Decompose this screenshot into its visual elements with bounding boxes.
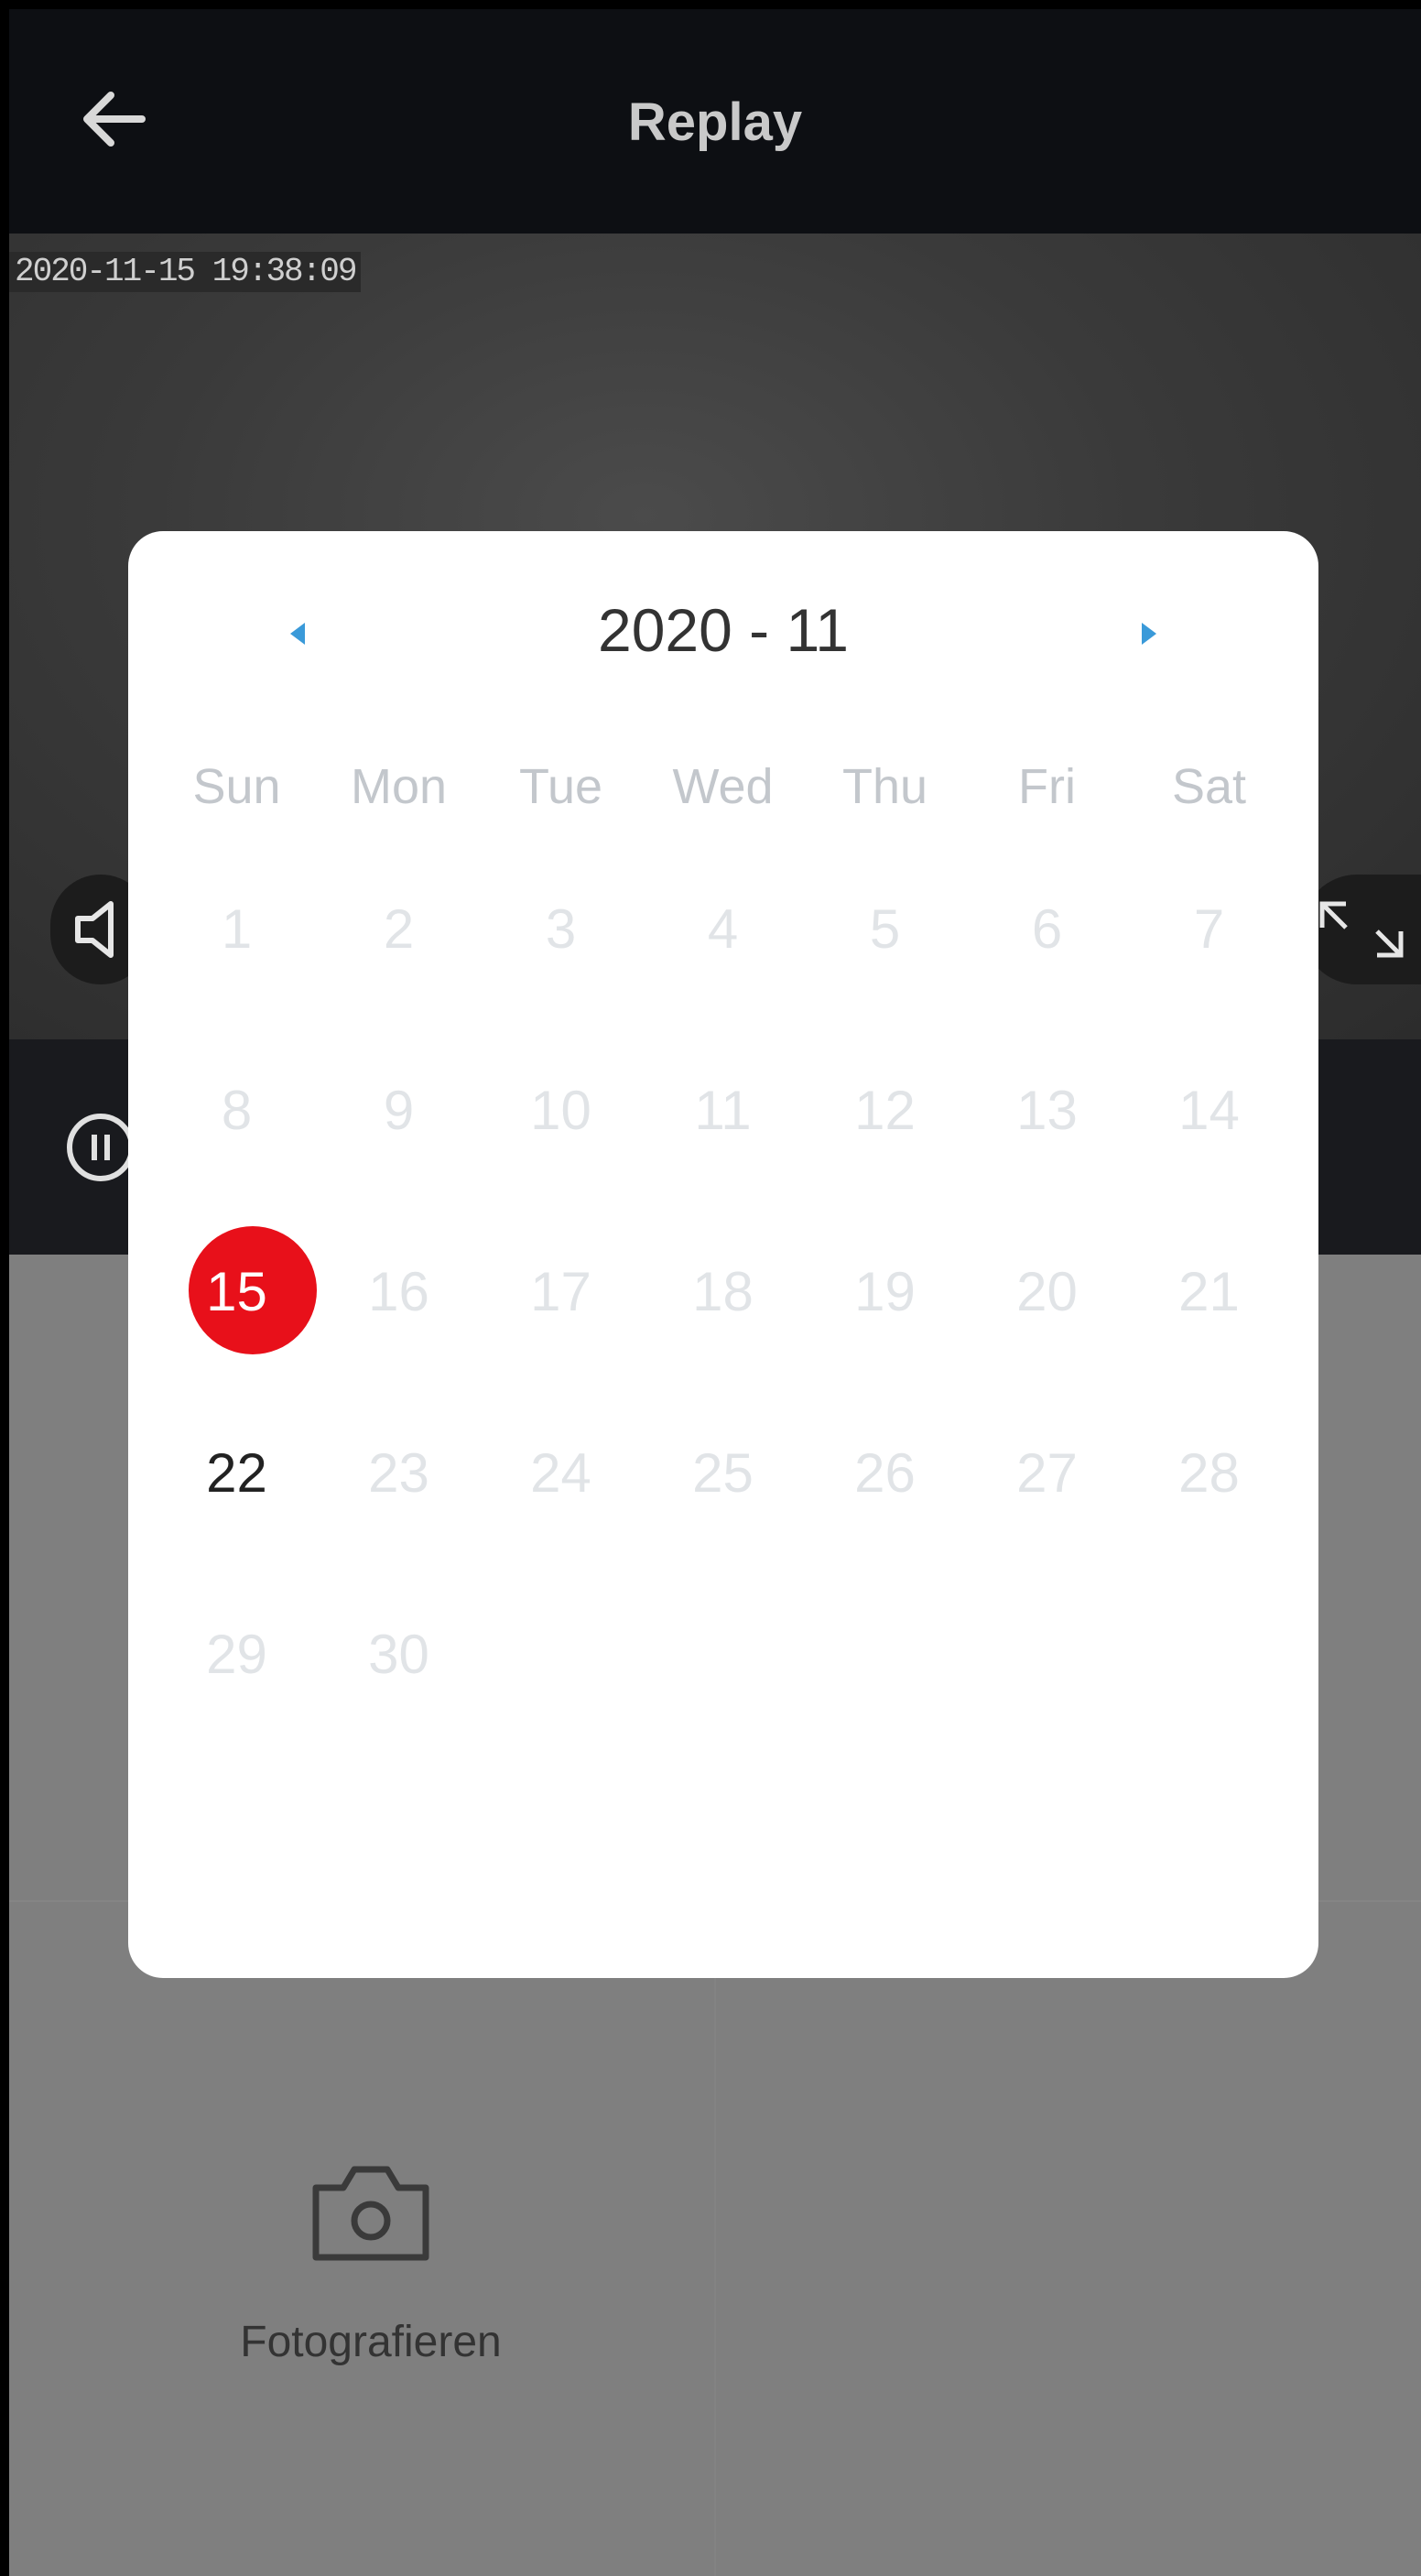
calendar-day: 9 (318, 1074, 480, 1230)
calendar-day: 24 (480, 1437, 642, 1592)
weekday-label: Tue (518, 759, 603, 814)
pause-button[interactable] (64, 1111, 137, 1184)
calendar-day: 19 (804, 1255, 966, 1411)
day-number: 8 (221, 1080, 253, 1141)
calendar-day: 7 (1128, 893, 1290, 1049)
day-number: 15 (206, 1261, 267, 1322)
calendar-day-selected[interactable]: 15 (156, 1226, 318, 1411)
calendar-day: 26 (804, 1437, 966, 1592)
video-timestamp: 2020-11-15 19:38:09 (9, 252, 362, 292)
day-number: 5 (869, 898, 901, 960)
day-number: 4 (707, 898, 739, 960)
caret-right-icon (1142, 623, 1156, 645)
day-number: 21 (1178, 1261, 1240, 1322)
fullscreen-button[interactable] (1302, 875, 1421, 984)
calendar-day: 28 (1128, 1437, 1290, 1592)
day-number: 17 (530, 1261, 591, 1322)
day-number: 22 (206, 1442, 267, 1504)
calendar-day: 20 (966, 1255, 1128, 1411)
calendar-day: 25 (642, 1437, 804, 1592)
calendar-day: 13 (966, 1074, 1128, 1230)
weekday-header: Sun Mon Tue Wed Thu Fri Sat (156, 758, 1291, 822)
weekday-label: Sat (1171, 759, 1247, 814)
calendar-day: 14 (1128, 1074, 1290, 1230)
calendar-grid: 1 2 3 4 5 6 7 8 9 10 11 12 13 14 15 16 17 18 19 20 21 22 23 24 2… (156, 893, 1291, 1685)
calendar-day[interactable]: 22 (156, 1437, 318, 1592)
day-number: 25 (692, 1442, 754, 1504)
divider (714, 1914, 716, 2576)
calendar-day: 2 (318, 893, 480, 1049)
day-number: 2 (383, 898, 415, 960)
calendar-day: 16 (318, 1255, 480, 1411)
next-month-button[interactable] (1122, 606, 1177, 661)
fullscreen-icon (1319, 901, 1404, 958)
weekday-label: Mon (350, 759, 448, 814)
day-number: 26 (854, 1442, 916, 1504)
day-number: 18 (692, 1261, 754, 1322)
day-number: 23 (368, 1442, 429, 1504)
day-number: 20 (1016, 1261, 1078, 1322)
calendar-day: 10 (480, 1074, 642, 1230)
day-number: 14 (1178, 1080, 1240, 1141)
day-number: 9 (383, 1080, 415, 1141)
day-number: 24 (530, 1442, 591, 1504)
day-number: 29 (206, 1624, 267, 1685)
day-number: 27 (1016, 1442, 1078, 1504)
top-bar: Replay (9, 9, 1421, 234)
pause-icon (67, 1114, 135, 1181)
day-number: 12 (854, 1080, 916, 1141)
day-number: 6 (1031, 898, 1063, 960)
calendar-day: 3 (480, 893, 642, 1049)
day-number: 11 (694, 1080, 752, 1141)
calendar-day: 11 (642, 1074, 804, 1230)
calendar-day: 18 (642, 1255, 804, 1411)
camera-icon (312, 2166, 429, 2261)
weekday-label: Sun (192, 759, 281, 814)
day-number: 3 (545, 898, 577, 960)
calendar-day: 12 (804, 1074, 966, 1230)
take-photo-button[interactable]: Fotografieren (220, 2157, 522, 2413)
calendar-day: 17 (480, 1255, 642, 1411)
calendar-day: 4 (642, 893, 804, 1049)
page-title: Replay (627, 92, 803, 152)
day-number: 16 (368, 1261, 429, 1322)
date-picker-dialog: 2020 - 11 Sun Mon Tue Wed Thu Fri Sat 12… (128, 531, 1318, 1978)
calendar-day: 1 (156, 893, 318, 1049)
app-frame: Replay 2020-11-15 19:38:09 Fotografieren… (9, 9, 1421, 2576)
calendar-day: 23 (318, 1437, 480, 1592)
calendar-day: 6 (966, 893, 1128, 1049)
calendar-day: 27 (966, 1437, 1128, 1592)
weekday-label: Thu (841, 759, 928, 814)
day-number: 1 (221, 898, 253, 960)
day-number: 13 (1016, 1080, 1078, 1141)
calendar-day: 30 (318, 1618, 480, 1774)
weekday-label: Wed (672, 759, 774, 814)
day-number: 28 (1178, 1442, 1240, 1504)
calendar-day: 29 (156, 1618, 318, 1774)
calendar-day: 8 (156, 1074, 318, 1230)
day-number: 19 (854, 1261, 916, 1322)
day-number: 7 (1193, 898, 1225, 960)
calendar-day: 5 (804, 893, 966, 1049)
day-number: 30 (368, 1624, 429, 1685)
take-photo-label: Fotografieren (240, 2318, 502, 2366)
day-number: 10 (530, 1080, 591, 1141)
weekday-label: Fri (1018, 759, 1076, 814)
calendar-day: 21 (1128, 1255, 1290, 1411)
